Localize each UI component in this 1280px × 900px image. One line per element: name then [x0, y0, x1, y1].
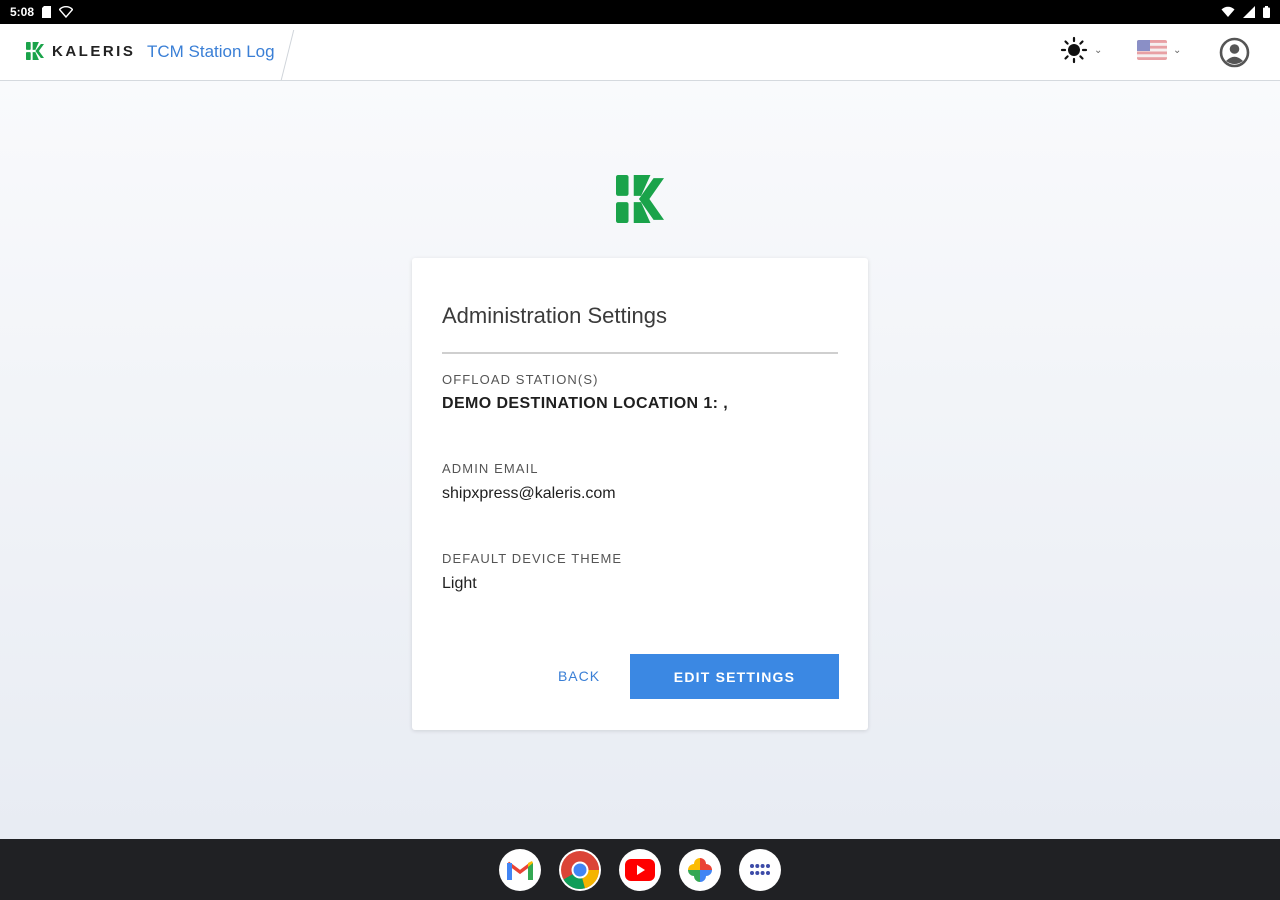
account-button[interactable] [1219, 37, 1250, 68]
admin-email-value: shipxpress@kaleris.com [442, 485, 616, 502]
app-drawer-icon[interactable] [739, 849, 781, 891]
battery-icon [1263, 6, 1270, 18]
admin-email-label: ADMIN EMAIL [442, 461, 539, 476]
sun-icon [1060, 36, 1088, 64]
chevron-down-icon: ⌄ [1094, 44, 1103, 56]
photos-icon[interactable] [679, 849, 721, 891]
app-bar: KALERIS TCM Station Log ⌄ ⌄ [0, 24, 1280, 81]
card-title: Administration Settings [442, 303, 667, 328]
header-divider [280, 30, 295, 80]
gmail-icon[interactable] [499, 849, 541, 891]
brand-logo[interactable]: KALERIS [26, 42, 135, 60]
main-content: Administration Settings OFFLOAD STATION(… [0, 81, 1280, 839]
chevron-down-icon: ⌄ [1173, 44, 1182, 56]
language-selector[interactable]: ⌄ [1137, 40, 1181, 60]
kaleris-logo-icon [26, 42, 44, 60]
signal-icon [1243, 6, 1255, 18]
offload-station-label: OFFLOAD STATION(S) [442, 372, 599, 387]
offload-station-value: DEMO DESTINATION LOCATION 1: , [442, 395, 729, 412]
device-theme-label: DEFAULT DEVICE THEME [442, 551, 623, 566]
account-circle-icon [1219, 37, 1250, 68]
sim-card-icon [42, 6, 52, 18]
wifi-off-icon [59, 6, 74, 18]
youtube-icon[interactable] [619, 849, 661, 891]
back-button[interactable]: BACK [545, 658, 613, 694]
edit-settings-button[interactable]: EDIT SETTINGS [630, 654, 839, 699]
chrome-icon[interactable] [559, 849, 601, 891]
kaleris-logo-icon [616, 175, 664, 223]
wifi-icon [1221, 6, 1235, 17]
device-theme-value: Light [442, 575, 477, 592]
theme-selector[interactable]: ⌄ [1060, 36, 1102, 64]
app-dock [0, 839, 1280, 900]
us-flag-icon [1137, 40, 1167, 60]
brand-name: KALERIS [52, 42, 136, 60]
status-bar: 5:08 [0, 0, 1280, 24]
app-title[interactable]: TCM Station Log [147, 42, 275, 62]
status-time: 5:08 [10, 5, 35, 19]
card-divider [442, 352, 838, 354]
admin-settings-card: Administration Settings OFFLOAD STATION(… [412, 258, 868, 730]
